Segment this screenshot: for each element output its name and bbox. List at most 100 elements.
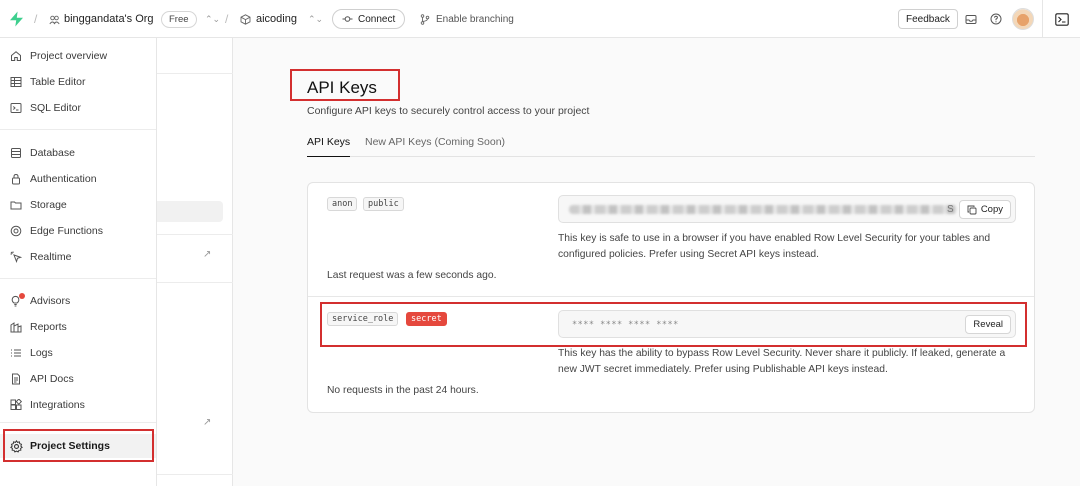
- sidebar-item-project-settings[interactable]: Project Settings: [0, 434, 156, 458]
- branch-icon: [420, 13, 430, 25]
- lock-icon: [9, 172, 23, 186]
- sidebar-item-label: Project Settings: [30, 440, 110, 452]
- sidebar-item-label: Table Editor: [30, 76, 86, 88]
- chart-icon: [9, 320, 23, 334]
- list-icon: [9, 346, 23, 360]
- main-content: API Keys Configure API keys to securely …: [233, 38, 1080, 486]
- sidebar-divider: [0, 422, 156, 423]
- sidebar-item-database[interactable]: Database: [0, 141, 156, 165]
- sidebar-item-label: SQL Editor: [30, 102, 81, 114]
- org-name[interactable]: binggandata's Org: [64, 0, 154, 38]
- anon-key-description: This key is safe to use in a browser if …: [558, 233, 991, 260]
- card-divider: [308, 296, 1034, 297]
- terminal-panel-icon[interactable]: [1042, 0, 1080, 38]
- reveal-button[interactable]: Reveal: [965, 315, 1011, 334]
- page-title: API Keys: [307, 78, 377, 97]
- lightbulb-icon: [9, 293, 25, 308]
- sidebar-item-table-editor[interactable]: Table Editor: [0, 70, 156, 94]
- sidebar-item-integrations[interactable]: Integrations: [0, 393, 156, 417]
- sidebar-item-label: Database: [30, 147, 75, 159]
- sidebar-item-sql-editor[interactable]: SQL Editor: [0, 96, 156, 120]
- sidebar-divider: [0, 129, 156, 130]
- sidebar-item-label: API Docs: [30, 373, 74, 385]
- badge-secret: secret: [406, 312, 447, 326]
- branching-label: Enable branching: [436, 13, 514, 25]
- document-icon: [9, 372, 23, 386]
- sidebar-item-label: Storage: [30, 199, 67, 211]
- project-switcher-chevron-icon[interactable]: ⌃⌄: [308, 0, 323, 38]
- enable-branching-button[interactable]: Enable branching: [420, 0, 514, 38]
- badge-public: public: [363, 197, 404, 211]
- puzzle-icon: [9, 398, 23, 412]
- sidebar-item-label: Reports: [30, 321, 67, 333]
- database-icon: [9, 146, 23, 160]
- gear-icon: [9, 439, 23, 453]
- settings-subnav: ↗ ↗: [157, 38, 233, 486]
- subnav-selected-item[interactable]: [157, 201, 223, 222]
- sidebar-item-realtime[interactable]: Realtime: [0, 245, 156, 269]
- user-avatar[interactable]: [1012, 8, 1034, 30]
- subnav-divider: [157, 282, 233, 283]
- tab-bar: API Keys New API Keys (Coming Soon): [307, 136, 1035, 157]
- home-icon: [9, 49, 23, 63]
- blurred-key-value: [569, 205, 957, 214]
- page-subtitle: Configure API keys to securely control a…: [307, 105, 590, 117]
- sidebar-item-label: Edge Functions: [30, 225, 103, 237]
- sidebar-item-storage[interactable]: Storage: [0, 193, 156, 217]
- sidebar-item-label: Project overview: [30, 50, 108, 62]
- plan-badge: Free: [161, 10, 197, 28]
- breadcrumb-separator: /: [225, 12, 229, 26]
- table-icon: [9, 75, 23, 89]
- terminal-icon: [9, 101, 23, 115]
- service-role-last-request: No requests in the past 24 hours.: [327, 385, 479, 396]
- copy-button[interactable]: Copy: [958, 200, 1011, 219]
- anon-key-last-request: Last request was a few seconds ago.: [327, 270, 497, 281]
- sidebar-divider: [0, 278, 156, 279]
- sidebar-item-advisors[interactable]: Advisors: [0, 289, 156, 313]
- sidebar-item-label: Logs: [30, 347, 53, 359]
- sidebar-item-authentication[interactable]: Authentication: [0, 167, 156, 191]
- sidebar-item-reports[interactable]: Reports: [0, 315, 156, 339]
- globe-icon: [9, 224, 23, 238]
- connect-label: Connect: [358, 13, 396, 25]
- subnav-divider: [157, 234, 233, 235]
- sidebar-item-edge-functions[interactable]: Edge Functions: [0, 219, 156, 243]
- tab-api-keys[interactable]: API Keys: [307, 136, 351, 157]
- sidebar-item-label: Authentication: [30, 173, 97, 185]
- badge-service-role: service_role: [327, 312, 399, 326]
- project-name[interactable]: aicoding: [256, 0, 297, 38]
- supabase-bolt-icon: [10, 11, 23, 27]
- sidebar-item-project-overview[interactable]: Project overview: [0, 44, 156, 68]
- sidebar-item-logs[interactable]: Logs: [0, 341, 156, 365]
- badge-anon: anon: [327, 197, 358, 211]
- sidebar-item-label: Realtime: [30, 251, 72, 263]
- connect-button[interactable]: Connect: [332, 9, 406, 29]
- plug-icon: [342, 16, 353, 22]
- masked-key-value: **** **** **** ****: [572, 320, 679, 330]
- key-value-fragment: S: [947, 204, 954, 215]
- subnav-divider: [157, 474, 233, 475]
- external-link-icon[interactable]: ↗: [203, 417, 211, 428]
- supabase-logo[interactable]: [9, 0, 27, 38]
- feedback-button[interactable]: Feedback: [898, 9, 958, 29]
- sidebar-item-label: Advisors: [30, 295, 71, 307]
- notification-dot: [19, 293, 25, 299]
- service-role-key-description: This key has the ability to bypass Row L…: [558, 348, 1006, 375]
- org-icon: [49, 0, 60, 38]
- service-role-key-field[interactable]: **** **** **** **** Reveal: [558, 310, 1016, 338]
- cursor-icon: [9, 250, 23, 264]
- tab-new-api-keys[interactable]: New API Keys (Coming Soon): [365, 136, 505, 157]
- help-icon[interactable]: [990, 0, 1002, 38]
- copy-label: Copy: [980, 204, 1003, 215]
- anon-key-field[interactable]: S Copy: [558, 195, 1016, 223]
- api-keys-card: anon public S Copy This key is safe to u…: [307, 182, 1035, 413]
- folder-icon: [9, 198, 23, 212]
- subnav-divider: [157, 73, 233, 74]
- project-box-icon: [240, 0, 251, 38]
- sidebar-item-api-docs[interactable]: API Docs: [0, 367, 156, 391]
- external-link-icon[interactable]: ↗: [203, 249, 211, 260]
- org-switcher-chevron-icon[interactable]: ⌃⌄: [205, 0, 220, 38]
- sidebar-item-label: Integrations: [30, 399, 85, 411]
- top-bar: / binggandata's Org Free ⌃⌄ / aicoding ⌃…: [0, 0, 1080, 38]
- inbox-icon[interactable]: [965, 0, 977, 38]
